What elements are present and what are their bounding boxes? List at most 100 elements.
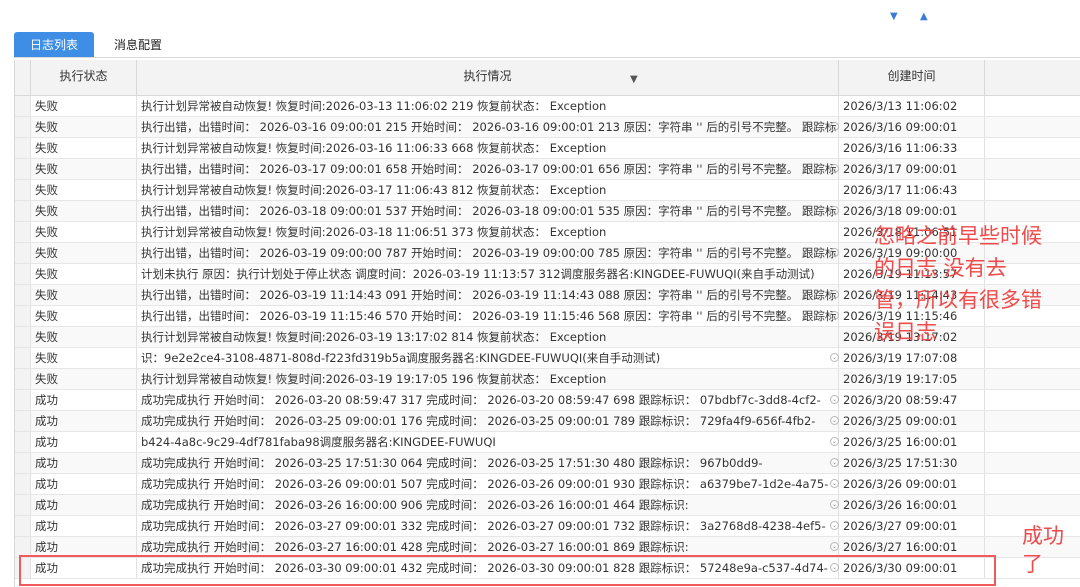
cell-empty	[985, 96, 1080, 116]
row-selector[interactable]	[15, 201, 31, 221]
expand-icon[interactable]: ⌄	[830, 542, 839, 551]
annotation-line: 的日志 没有去	[874, 256, 1007, 280]
cell-status: 失败	[31, 369, 137, 389]
cell-status: 失败	[31, 138, 137, 158]
expand-icon[interactable]: ⌄	[830, 248, 839, 257]
expand-icon[interactable]: ⌄	[830, 395, 839, 404]
row-selector[interactable]	[15, 348, 31, 368]
cell-empty	[985, 453, 1080, 473]
cell-status: 失败	[31, 222, 137, 242]
row-selector[interactable]	[15, 159, 31, 179]
table-row[interactable]: 成功 成功完成执行 开始时间： 2026-03-25 17:51:30 064 完…	[15, 453, 1080, 474]
cell-empty	[985, 432, 1080, 452]
cell-detail: 成功完成执行 开始时间： 2026-03-20 08:59:47 317 完成时…	[137, 390, 839, 410]
cell-detail: 执行计划异常被自动恢复! 恢复时间:2026-03-17 11:06:43 81…	[137, 180, 839, 200]
row-selector[interactable]	[15, 264, 31, 284]
cell-detail: 成功完成执行 开始时间： 2026-03-27 09:00:01 332 完成时…	[137, 516, 839, 536]
top-bar: ▼ ▲	[0, 0, 1080, 32]
table-row[interactable]: 失败 识：9e2e2ce4-3108-4871-808d-f223fd319b5a…	[15, 348, 1080, 369]
tab-message-config[interactable]: 消息配置	[98, 32, 178, 58]
cell-status: 失败	[31, 348, 137, 368]
row-selector[interactable]	[15, 453, 31, 473]
filter-icon[interactable]: ▼	[630, 63, 638, 96]
table-row[interactable]: 失败 执行出错，出错时间： 2026-03-16 09:00:01 215 开始时…	[15, 117, 1080, 138]
table-row[interactable]: 失败 执行计划异常被自动恢复! 恢复时间:2026-03-13 11:06:02 …	[15, 96, 1080, 117]
table-row[interactable]: 失败 执行计划异常被自动恢复! 恢复时间:2026-03-16 11:06:33 …	[15, 138, 1080, 159]
arrow-up-icon[interactable]: ▲	[920, 12, 928, 22]
expand-icon[interactable]: ⌄	[830, 479, 839, 488]
table-row[interactable]: 成功 成功完成执行 开始时间： 2026-03-25 09:00:01 176 完…	[15, 411, 1080, 432]
expand-icon[interactable]: ⌄	[830, 206, 839, 215]
row-selector[interactable]	[15, 369, 31, 389]
row-selector[interactable]	[15, 495, 31, 515]
table-row[interactable]: 成功 成功完成执行 开始时间： 2026-03-26 09:00:01 507 完…	[15, 474, 1080, 495]
tab-log-list[interactable]: 日志列表	[14, 32, 94, 58]
cell-detail: 执行计划异常被自动恢复! 恢复时间:2026-03-18 11:06:51 37…	[137, 222, 839, 242]
row-selector[interactable]	[15, 411, 31, 431]
expand-icon[interactable]: ⌄	[830, 458, 839, 467]
expand-icon[interactable]: ⌄	[830, 521, 839, 530]
cell-status: 成功	[31, 453, 137, 473]
column-header-detail[interactable]: 执行情况 ▼	[137, 60, 839, 95]
row-selector[interactable]	[15, 390, 31, 410]
annotation-line: 忽略之前早些时候	[874, 224, 1042, 248]
table-row[interactable]: 失败 执行计划异常被自动恢复! 恢复时间:2026-03-19 19:17:05 …	[15, 369, 1080, 390]
expand-icon[interactable]: ⌄	[830, 311, 839, 320]
row-selector[interactable]	[15, 96, 31, 116]
cell-status: 成功	[31, 537, 137, 557]
cell-detail: 执行出错，出错时间： 2026-03-19 11:14:43 091 开始时间：…	[137, 285, 839, 305]
expand-icon[interactable]: ⌄	[830, 122, 839, 131]
row-selector[interactable]	[15, 537, 31, 557]
column-header-status[interactable]: 执行状态	[31, 60, 137, 95]
cell-detail: 识：9e2e2ce4-3108-4871-808d-f223fd319b5a调度…	[137, 348, 839, 368]
annotation-line: 误日志	[874, 320, 937, 344]
cell-empty	[985, 348, 1080, 368]
expand-icon[interactable]: ⌄	[830, 353, 839, 362]
cell-status: 失败	[31, 159, 137, 179]
row-selector[interactable]	[15, 474, 31, 494]
cell-status: 失败	[31, 306, 137, 326]
cell-status: 成功	[31, 390, 137, 410]
cell-detail: 执行出错，出错时间： 2026-03-19 11:15:46 570 开始时间：…	[137, 306, 839, 326]
row-selector[interactable]	[15, 432, 31, 452]
expand-icon[interactable]: ⌄	[830, 500, 839, 509]
table-row[interactable]: 失败 执行出错，出错时间： 2026-03-17 09:00:01 658 开始时…	[15, 159, 1080, 180]
cell-created: 2026/3/20 08:59:47	[839, 390, 985, 410]
row-selector[interactable]	[15, 117, 31, 137]
expand-icon[interactable]: ⌄	[830, 416, 839, 425]
table-row[interactable]: 成功 b424-4a8c-9c29-4df781faba98调度服务器名:KING…	[15, 432, 1080, 453]
cell-status: 失败	[31, 96, 137, 116]
cell-created: 2026/3/18 09:00:01	[839, 201, 985, 221]
row-selector[interactable]	[15, 138, 31, 158]
annotation-line: 管，所以有很多错	[874, 288, 1042, 312]
arrow-down-icon[interactable]: ▼	[890, 12, 898, 22]
cell-detail: 成功完成执行 开始时间： 2026-03-26 16:00:00 906 完成时…	[137, 495, 839, 515]
cell-created: 2026/3/25 17:51:30	[839, 453, 985, 473]
cell-detail: 成功完成执行 开始时间： 2026-03-26 09:00:01 507 完成时…	[137, 474, 839, 494]
row-selector[interactable]	[15, 243, 31, 263]
expand-icon[interactable]: ⌄	[830, 164, 839, 173]
cell-detail: 执行出错，出错时间： 2026-03-18 09:00:01 537 开始时间：…	[137, 201, 839, 221]
cell-status: 失败	[31, 327, 137, 347]
cell-status: 失败	[31, 264, 137, 284]
row-selector[interactable]	[15, 516, 31, 536]
table-row[interactable]: 失败 执行出错，出错时间： 2026-03-18 09:00:01 537 开始时…	[15, 201, 1080, 222]
row-selector[interactable]	[15, 180, 31, 200]
expand-icon[interactable]: ⌄	[830, 437, 839, 446]
table-row[interactable]: 成功 成功完成执行 开始时间： 2026-03-27 09:00:01 332 完…	[15, 516, 1080, 537]
row-selector[interactable]	[15, 285, 31, 305]
cell-detail: 执行计划异常被自动恢复! 恢复时间:2026-03-13 11:06:02 21…	[137, 96, 839, 116]
cell-created: 2026/3/16 11:06:33	[839, 138, 985, 158]
table-row[interactable]: 成功 成功完成执行 开始时间： 2026-03-20 08:59:47 317 完…	[15, 390, 1080, 411]
row-selector[interactable]	[15, 306, 31, 326]
row-selector[interactable]	[15, 327, 31, 347]
cell-created: 2026/3/19 19:17:05	[839, 369, 985, 389]
expand-icon[interactable]: ⌄	[830, 290, 839, 299]
cell-created: 2026/3/19 17:07:08	[839, 348, 985, 368]
table-row[interactable]: 成功 成功完成执行 开始时间： 2026-03-26 16:00:00 906 完…	[15, 495, 1080, 516]
row-selector[interactable]	[15, 222, 31, 242]
cell-empty	[985, 201, 1080, 221]
column-header-created[interactable]: 创建时间	[839, 60, 985, 95]
cell-status: 失败	[31, 117, 137, 137]
table-row[interactable]: 失败 执行计划异常被自动恢复! 恢复时间:2026-03-17 11:06:43 …	[15, 180, 1080, 201]
